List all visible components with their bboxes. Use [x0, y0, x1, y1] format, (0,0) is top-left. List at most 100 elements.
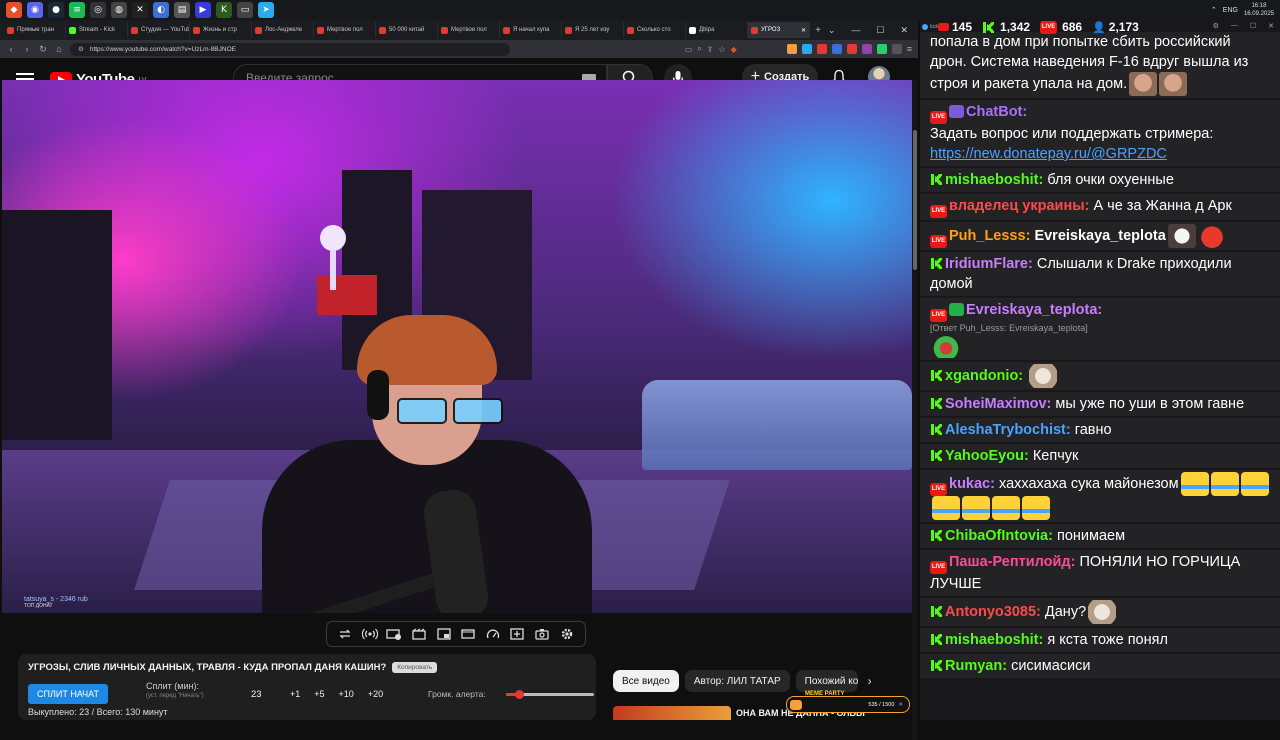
chrome-icon[interactable]: ◍: [111, 2, 127, 18]
chip-all-videos[interactable]: Все видео: [613, 670, 679, 692]
copy-title-button[interactable]: Копировать: [392, 662, 438, 673]
extension-8-icon[interactable]: [891, 44, 902, 54]
zoom-icon[interactable]: ⌕: [697, 44, 701, 54]
chat-username[interactable]: AleshaTrybochist:: [945, 422, 1071, 438]
chat-username[interactable]: владелец украины:: [949, 198, 1089, 214]
clapperboard-icon[interactable]: [411, 627, 427, 641]
chat-username[interactable]: Evreiskaya_teplota:: [966, 302, 1102, 318]
chat-username[interactable]: IridiumFlare:: [945, 256, 1033, 272]
brave-icon[interactable]: ◆: [6, 2, 22, 18]
folder-icon[interactable]: ▭: [237, 2, 253, 18]
extension-3-icon[interactable]: [816, 44, 827, 54]
extension-4-icon[interactable]: [831, 44, 842, 54]
increment-20-button[interactable]: +20: [368, 689, 383, 699]
increment-1-button[interactable]: +1: [290, 689, 300, 699]
related-video-thumbnail[interactable]: [613, 706, 731, 720]
tab-search-icon[interactable]: ⌄: [828, 25, 836, 36]
picture-in-picture-icon[interactable]: [436, 627, 452, 641]
chat-username[interactable]: mishaeboshit:: [945, 172, 1043, 188]
speed-icon[interactable]: [485, 627, 501, 641]
browser-tab[interactable]: Я 25 лет изу: [562, 22, 624, 38]
davinci-icon[interactable]: ◐: [153, 2, 169, 18]
increment-5-button[interactable]: +5: [314, 689, 324, 699]
scrollbar-thumb[interactable]: [913, 130, 917, 270]
close-icon[interactable]: ✕: [900, 25, 908, 36]
browser-tab[interactable]: Сколько сто: [624, 22, 686, 38]
chat-username[interactable]: Antonyo3085:: [945, 604, 1041, 620]
chat-maximize-icon[interactable]: ☐: [1250, 22, 1256, 30]
frame-icon[interactable]: [460, 627, 476, 641]
chat-username[interactable]: ChibaOfIntovia:: [945, 528, 1053, 544]
browser-tab[interactable]: Прямые тран: [4, 22, 66, 38]
settings-gear-icon[interactable]: [559, 627, 575, 641]
browser-tab[interactable]: Stream - Kick: [66, 22, 128, 38]
obs-icon[interactable]: ◎: [90, 2, 106, 18]
chat-username[interactable]: ChatBot:: [966, 104, 1027, 120]
chat-settings-icon[interactable]: ⚙: [1213, 22, 1219, 30]
chat-username[interactable]: Puh_Lesss:: [949, 228, 1030, 244]
site-info-icon[interactable]: ⚙: [78, 45, 84, 53]
clock[interactable]: 16:18 16.09.2025: [1244, 2, 1274, 18]
chevron-right-icon[interactable]: ›: [868, 674, 872, 688]
alert-volume-slider[interactable]: [506, 690, 594, 699]
browser-tab[interactable]: Мертвое пол: [438, 22, 500, 38]
spotify-icon[interactable]: ≡: [69, 2, 85, 18]
alert-volume-knob[interactable]: [515, 690, 525, 699]
camera-icon[interactable]: [534, 627, 550, 641]
chip-author[interactable]: Автор: ЛИЛ ТАТАР: [684, 670, 790, 692]
browser-tab[interactable]: Дbiра: [686, 22, 748, 38]
reload-icon[interactable]: ↻: [38, 44, 48, 55]
forward-icon[interactable]: ›: [22, 44, 32, 54]
capcut-icon[interactable]: ✕: [132, 2, 148, 18]
extension-5-icon[interactable]: [846, 44, 857, 54]
explorer-icon[interactable]: ▤: [174, 2, 190, 18]
chat-username[interactable]: Паша-Рептилойд:: [949, 554, 1075, 570]
home-icon[interactable]: ⌂: [54, 44, 64, 54]
extension-2-icon[interactable]: [801, 44, 812, 54]
browser-tab[interactable]: Студия — YouTube: [128, 22, 190, 38]
telegram-icon[interactable]: ➤: [258, 2, 274, 18]
meme-party-widget[interactable]: MEME PARTY 535 / 1500 ✕: [786, 691, 910, 713]
video-player[interactable]: tatsuya_s - 2346 rub ТОП ДОНАТ: [2, 80, 912, 613]
add-clip-icon[interactable]: [509, 627, 525, 641]
browser-tab[interactable]: 50 000 китай: [376, 22, 438, 38]
browser-tab[interactable]: Жизнь и стр: [190, 22, 252, 38]
cast-icon[interactable]: ▭: [685, 45, 693, 54]
url-field[interactable]: ⚙ https://www.youtube.com/watch?v=UzLm-8…: [70, 42, 510, 56]
browser-tab[interactable]: УГРОЗ ✕: [748, 22, 810, 38]
extension-7-icon[interactable]: [876, 44, 887, 54]
increment-10-button[interactable]: +10: [339, 689, 354, 699]
chip-similar[interactable]: Похожий ко: [795, 670, 858, 692]
media-icon[interactable]: ▶: [195, 2, 211, 18]
browser-tab[interactable]: Лос-Анджеле: [252, 22, 314, 38]
chat-username[interactable]: YahooEyou:: [945, 448, 1029, 464]
discord-icon[interactable]: ◉: [27, 2, 43, 18]
minimize-icon[interactable]: —: [851, 25, 860, 36]
broadcast-icon[interactable]: [361, 627, 378, 641]
donate-link[interactable]: https://new.donatepay.ru/@GRPZDC: [930, 146, 1167, 162]
chat-username[interactable]: Rumyan:: [945, 658, 1007, 674]
chat-minimize-icon[interactable]: —: [1231, 22, 1238, 30]
menu-icon[interactable]: ≡: [907, 44, 912, 54]
browser-tab[interactable]: Мертвое пол: [314, 22, 376, 38]
maximize-icon[interactable]: ☐: [876, 25, 884, 36]
extension-1-icon[interactable]: [786, 44, 797, 54]
screenshot-icon[interactable]: [386, 627, 402, 641]
share-icon[interactable]: ⇪: [707, 45, 714, 54]
tray-chevron-icon[interactable]: ⌃: [1211, 6, 1217, 14]
close-tab-icon[interactable]: ✕: [801, 27, 806, 34]
split-start-button[interactable]: СПЛИТ НАЧАТ: [28, 684, 108, 704]
chat-username[interactable]: kukac:: [949, 476, 995, 492]
brave-shield-icon[interactable]: ◆: [731, 45, 737, 54]
chat-username[interactable]: SoheiMaximov:: [945, 396, 1051, 412]
close-icon[interactable]: ✕: [898, 702, 903, 708]
bookmark-icon[interactable]: ☆: [718, 45, 725, 54]
new-tab-button[interactable]: +: [810, 22, 826, 38]
back-icon[interactable]: ‹: [6, 44, 16, 54]
kick-app-icon[interactable]: K: [216, 2, 232, 18]
extension-6-icon[interactable]: [861, 44, 872, 54]
split-minutes-value[interactable]: 23: [251, 689, 262, 700]
chat-username[interactable]: xgandonio:: [945, 368, 1023, 384]
loop-icon[interactable]: [337, 627, 353, 641]
page-scrollbar[interactable]: [912, 80, 918, 740]
